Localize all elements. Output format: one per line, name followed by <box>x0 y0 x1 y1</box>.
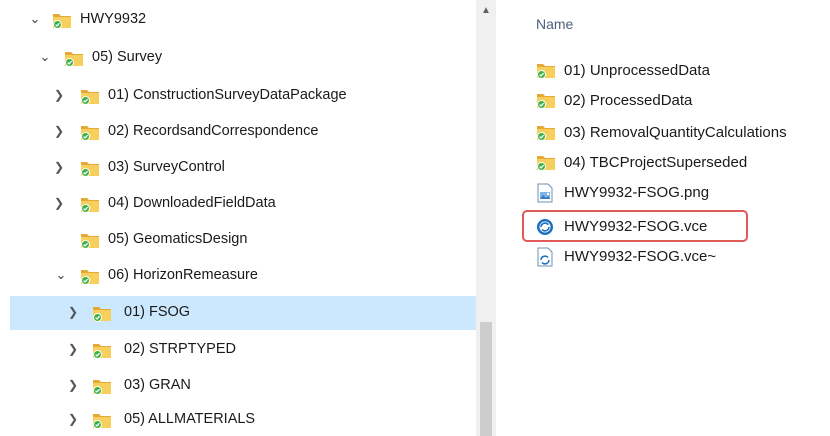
image-file-icon <box>536 183 554 203</box>
synced-folder-icon <box>80 231 100 249</box>
synced-folder-icon <box>536 123 556 141</box>
tree-item-label: 02) STRPTYPED <box>124 341 236 357</box>
tree-item-label: 05) Survey <box>92 49 163 65</box>
tree-item-label: 04) DownloadedFieldData <box>108 195 276 211</box>
navigation-tree: ⌄ HWY9932 ⌄ 05) Survey ❯ 01) Constructio… <box>0 0 476 436</box>
synced-folder-icon <box>92 341 112 359</box>
synced-folder-icon <box>52 11 72 29</box>
synced-folder-icon <box>80 195 100 213</box>
name-column-header[interactable]: Name <box>536 16 573 32</box>
tree-item-survey[interactable]: ⌄ 05) Survey <box>10 42 476 74</box>
synced-folder-icon <box>536 91 556 109</box>
chevron-right-icon[interactable]: ❯ <box>66 342 80 356</box>
file-name: 01) UnprocessedData <box>564 62 710 79</box>
tree-item-fsog[interactable]: ❯ 01) FSOG <box>10 296 476 330</box>
chevron-right-icon[interactable]: ❯ <box>52 88 66 102</box>
synced-folder-icon <box>80 267 100 285</box>
chevron-down-icon[interactable]: ⌄ <box>28 12 42 26</box>
synced-folder-icon <box>536 61 556 79</box>
tree-item-horizonremeasure[interactable]: ⌄ 06) HorizonRemeasure <box>10 260 476 292</box>
synced-folder-icon <box>92 377 112 395</box>
tree-item-label: 06) HorizonRemeasure <box>108 267 258 283</box>
scrollbar-thumb[interactable] <box>480 322 492 436</box>
chevron-down-icon[interactable]: ⌄ <box>54 268 68 282</box>
vce-backup-file-icon <box>536 247 554 267</box>
tree-scrollbar[interactable]: ▲ <box>476 0 496 436</box>
tree-item-label: 02) RecordsandCorrespondence <box>108 123 319 139</box>
tree-item-recordsandcorrespondence[interactable]: ❯ 02) RecordsandCorrespondence <box>10 116 476 148</box>
file-name: 02) ProcessedData <box>564 92 693 109</box>
tree-item-label: 05) ALLMATERIALS <box>124 411 256 427</box>
tree-item-geomaticsdesign[interactable]: 05) GeomaticsDesign <box>10 224 476 256</box>
synced-folder-icon <box>64 49 84 67</box>
scroll-up-arrow-icon[interactable]: ▲ <box>479 4 493 18</box>
synced-folder-icon <box>536 153 556 171</box>
tree-item-surveycontrol[interactable]: ❯ 03) SurveyControl <box>10 152 476 184</box>
synced-folder-icon <box>80 87 100 105</box>
file-name: HWY9932-FSOG.vce~ <box>564 248 717 265</box>
tree-item-allmaterials[interactable]: ❯ 05) ALLMATERIALS <box>10 404 476 436</box>
highlight-box <box>522 210 748 242</box>
chevron-right-icon[interactable]: ❯ <box>66 305 80 319</box>
file-name: HWY9932-FSOG.png <box>564 184 710 201</box>
synced-folder-icon <box>80 123 100 141</box>
tree-item-constructionsurveydatapackage[interactable]: ❯ 01) ConstructionSurveyDataPackage <box>10 80 476 112</box>
synced-folder-icon <box>80 159 100 177</box>
tree-item-label: 03) GRAN <box>124 377 191 393</box>
file-name: 04) TBCProjectSuperseded <box>564 154 748 171</box>
synced-folder-icon <box>92 411 112 429</box>
chevron-right-icon[interactable]: ❯ <box>52 124 66 138</box>
tree-item-hwy9932[interactable]: ⌄ HWY9932 <box>10 4 476 36</box>
chevron-down-icon[interactable]: ⌄ <box>38 50 52 64</box>
tree-item-gran[interactable]: ❯ 03) GRAN <box>10 370 476 402</box>
file-name: 03) RemovalQuantityCalculations <box>564 124 787 141</box>
tree-item-label: 03) SurveyControl <box>108 159 225 175</box>
tree-item-downloadedfielddata[interactable]: ❯ 04) DownloadedFieldData <box>10 188 476 220</box>
chevron-right-icon[interactable]: ❯ <box>52 196 66 210</box>
tree-item-label: HWY9932 <box>80 11 147 27</box>
tree-item-label: 01) FSOG <box>124 304 191 320</box>
chevron-right-icon[interactable]: ❯ <box>66 378 80 392</box>
chevron-right-icon[interactable]: ❯ <box>66 412 80 426</box>
tree-item-label: 05) GeomaticsDesign <box>108 231 248 247</box>
chevron-right-icon[interactable]: ❯ <box>52 160 66 174</box>
tree-item-strptyped[interactable]: ❯ 02) STRPTYPED <box>10 334 476 366</box>
tree-item-label: 01) ConstructionSurveyDataPackage <box>108 87 347 103</box>
synced-folder-icon <box>92 304 112 322</box>
